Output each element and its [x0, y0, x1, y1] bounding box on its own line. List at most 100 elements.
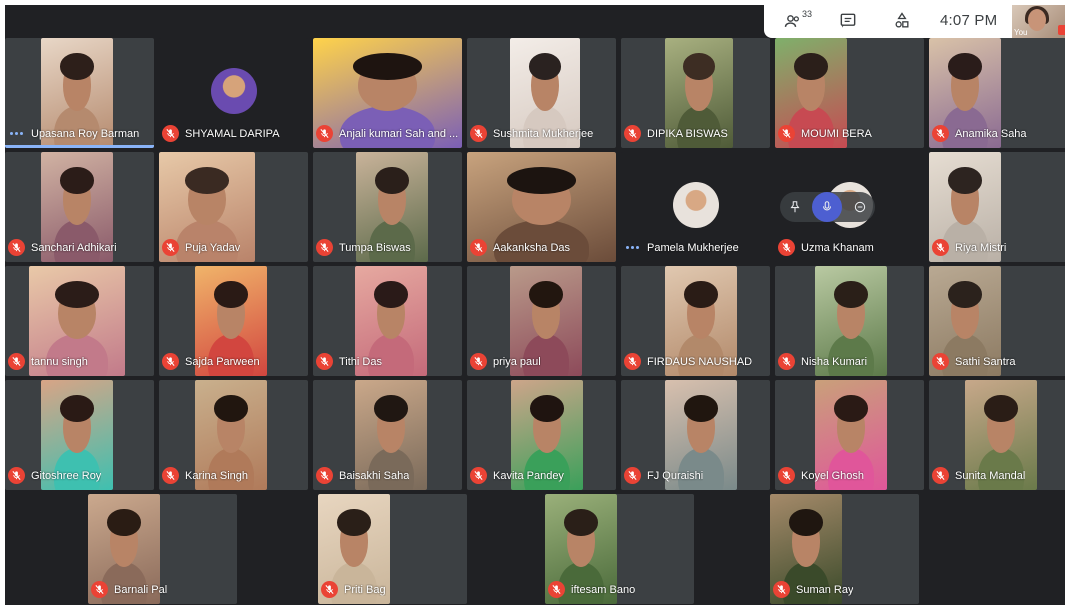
participant-tile[interactable]: Kavita Pandey: [467, 380, 616, 490]
audio-level-icon: [8, 125, 25, 142]
mic-off-icon: [316, 125, 333, 142]
participant-tile[interactable]: FJ Quraishi: [621, 380, 770, 490]
participant-name-row: Tithi Das: [316, 353, 382, 370]
pin-button[interactable]: [783, 195, 807, 219]
participant-name: Pamela Mukherjee: [647, 241, 739, 254]
participant-tile[interactable]: Aakanksha Das: [467, 152, 616, 262]
participant-tile[interactable]: Karina Singh: [159, 380, 308, 490]
activities-icon: [895, 12, 909, 28]
participant-tile[interactable]: Barnali Pal: [88, 494, 237, 604]
participant-name-row: Anamika Saha: [932, 125, 1027, 142]
activities-button[interactable]: [890, 11, 914, 31]
participant-name: Sajda Parween: [185, 355, 260, 368]
people-count: 33: [802, 9, 813, 19]
mic-off-icon: [932, 353, 949, 370]
participant-tile[interactable]: Upasana Roy Barman: [5, 38, 154, 148]
participant-tile[interactable]: Sanchari Adhikari: [5, 152, 154, 262]
participant-tile[interactable]: DIPIKA BISWAS: [621, 38, 770, 148]
participant-name-row: Kavita Pandey: [470, 467, 564, 484]
participant-tile[interactable]: Anjali kumari Sah and ...: [313, 38, 462, 148]
participant-tile[interactable]: SHYAMAL DARIPA: [159, 38, 308, 148]
participant-name: Puja Yadav: [185, 241, 241, 254]
participant-tile[interactable]: Sunita Mandal: [929, 380, 1065, 490]
mic-off-icon: [778, 239, 795, 256]
participant-tile[interactable]: Tithi Das: [313, 266, 462, 376]
participant-name: Koyel Ghosh: [801, 469, 864, 482]
participant-tile[interactable]: Nisha Kumari: [775, 266, 924, 376]
participant-tile[interactable]: tannu singh: [5, 266, 154, 376]
participant-name-row: Barnali Pal: [91, 581, 167, 598]
participant-tile[interactable]: Koyel Ghosh: [775, 380, 924, 490]
participant-name-row: Uzma Khanam: [778, 239, 874, 256]
audio-level-icon: [624, 239, 641, 256]
remove-icon: [854, 201, 866, 213]
participant-tile[interactable]: iftesam Bano: [545, 494, 694, 604]
participant-name: Sushmita Mukherjee: [493, 127, 594, 140]
participant-name: Gitoshree Roy: [31, 469, 102, 482]
participant-name: Suman Ray: [796, 583, 854, 596]
mic-off-icon: [8, 239, 25, 256]
mic-off-icon: [470, 125, 487, 142]
participant-tile[interactable]: Sathi Santra: [929, 266, 1065, 376]
mic-off-icon: [8, 353, 25, 370]
participant-name: Upasana Roy Barman: [31, 127, 140, 140]
participant-name-row: Koyel Ghosh: [778, 467, 864, 484]
participant-tile[interactable]: Gitoshree Roy: [5, 380, 154, 490]
participant-tile[interactable]: Tumpa Biswas: [313, 152, 462, 262]
participant-name-row: Sushmita Mukherjee: [470, 125, 593, 142]
participant-name: tannu singh: [31, 355, 88, 368]
participant-name-row: Sunita Mandal: [932, 467, 1025, 484]
participant-tile[interactable]: Puja Yadav: [159, 152, 308, 262]
participant-name: Tumpa Biswas: [339, 241, 411, 254]
participant-tile[interactable]: Pamela Mukherjee: [621, 152, 770, 262]
participant-tile[interactable]: Baisakhi Saha: [313, 380, 462, 490]
participant-tile[interactable]: FIRDAUS NAUSHAD: [621, 266, 770, 376]
participant-name: Nisha Kumari: [801, 355, 868, 368]
mic-off-icon: [316, 467, 333, 484]
mic-off-icon: [470, 467, 487, 484]
mic-off-icon: [778, 125, 795, 142]
participant-tile[interactable]: Uzma Khanam: [775, 152, 924, 262]
meeting-top-bar: 33 4:07 PM You: [764, 5, 1065, 38]
participant-tile[interactable]: Sushmita Mukherjee: [467, 38, 616, 148]
mic-icon: [823, 201, 832, 211]
participant-name: Sathi Santra: [955, 355, 1016, 368]
participant-tile[interactable]: Priti Bag: [318, 494, 467, 604]
participant-name-row: Sanchari Adhikari: [8, 239, 117, 256]
participant-name: FJ Quraishi: [647, 469, 704, 482]
participant-name-row: Puja Yadav: [162, 239, 240, 256]
mic-off-icon: [162, 467, 179, 484]
participant-tile[interactable]: priya paul: [467, 266, 616, 376]
participant-name: Uzma Khanam: [801, 241, 874, 254]
mic-off-icon: [932, 467, 949, 484]
participant-name: Barnali Pal: [114, 583, 168, 596]
participant-name-row: Sajda Parween: [162, 353, 260, 370]
mic-off-icon: [162, 239, 179, 256]
self-view-tile[interactable]: You: [1012, 5, 1065, 38]
mic-off-icon: [316, 353, 333, 370]
chat-button[interactable]: [836, 11, 860, 31]
participant-name-row: Sathi Santra: [932, 353, 1016, 370]
participant-name: MOUMI BERA: [801, 127, 872, 140]
participant-name-row: Tumpa Biswas: [316, 239, 411, 256]
mic-off-icon: [624, 467, 641, 484]
participant-name: Karina Singh: [185, 469, 248, 482]
mute-toggle-button[interactable]: [812, 192, 843, 222]
participant-name-row: FJ Quraishi: [624, 467, 703, 484]
participant-name-row: tannu singh: [8, 353, 88, 370]
mic-off-icon: [162, 125, 179, 142]
participant-name: SHYAMAL DARIPA: [185, 127, 280, 140]
mic-off-icon: [773, 581, 790, 598]
remove-button[interactable]: [848, 195, 872, 219]
participant-tile[interactable]: Suman Ray: [770, 494, 919, 604]
participant-tile[interactable]: Riya Mistri: [929, 152, 1065, 262]
participant-name-row: Karina Singh: [162, 467, 248, 484]
participant-name: Priti Bag: [344, 583, 386, 596]
participant-name: priya paul: [493, 355, 541, 368]
participant-tile[interactable]: Sajda Parween: [159, 266, 308, 376]
participant-name: FIRDAUS NAUSHAD: [647, 355, 753, 368]
people-button[interactable]: 33: [780, 9, 812, 31]
participant-tile[interactable]: Anamika Saha: [929, 38, 1065, 148]
meeting-clock: 4:07 PM: [940, 12, 998, 29]
participant-tile[interactable]: MOUMI BERA: [775, 38, 924, 148]
